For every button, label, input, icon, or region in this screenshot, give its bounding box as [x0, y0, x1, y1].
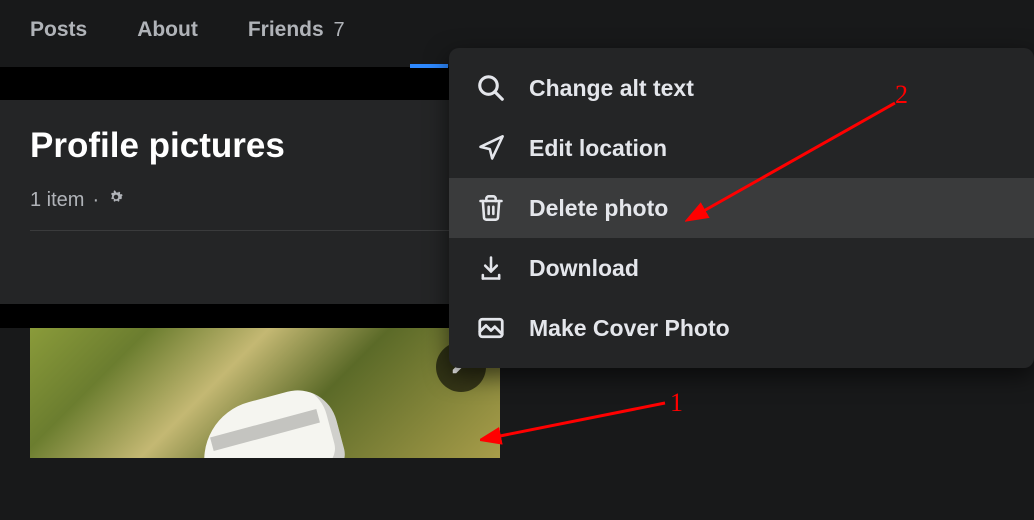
tab-friends[interactable]: Friends 7 [248, 18, 345, 66]
trash-icon [475, 192, 507, 224]
dot-separator: · [92, 189, 99, 212]
menu-item-label: Download [529, 255, 639, 282]
gear-icon[interactable] [107, 188, 125, 212]
item-count: 1 item [30, 189, 84, 212]
menu-change-alt-text[interactable]: Change alt text [449, 58, 1034, 118]
menu-item-label: Change alt text [529, 75, 694, 102]
search-icon [475, 72, 507, 104]
menu-edit-location[interactable]: Edit location [449, 118, 1034, 178]
menu-delete-photo[interactable]: Delete photo [449, 178, 1034, 238]
menu-download[interactable]: Download [449, 238, 1034, 298]
menu-item-label: Make Cover Photo [529, 315, 730, 342]
tab-about[interactable]: About [137, 18, 198, 66]
tab-posts[interactable]: Posts [30, 18, 87, 66]
menu-item-label: Edit location [529, 135, 667, 162]
tab-friends-label: Friends [248, 18, 324, 41]
friends-count: 7 [334, 19, 345, 41]
active-tab-indicator [410, 64, 448, 68]
photo-options-menu: Change alt text Edit location Delete pho… [449, 48, 1034, 368]
download-icon [475, 252, 507, 284]
menu-make-cover-photo[interactable]: Make Cover Photo [449, 298, 1034, 358]
location-arrow-icon [475, 132, 507, 164]
photo-content [200, 368, 400, 458]
photo-thumbnail[interactable] [30, 328, 500, 458]
image-icon [475, 312, 507, 344]
menu-item-label: Delete photo [529, 195, 668, 222]
